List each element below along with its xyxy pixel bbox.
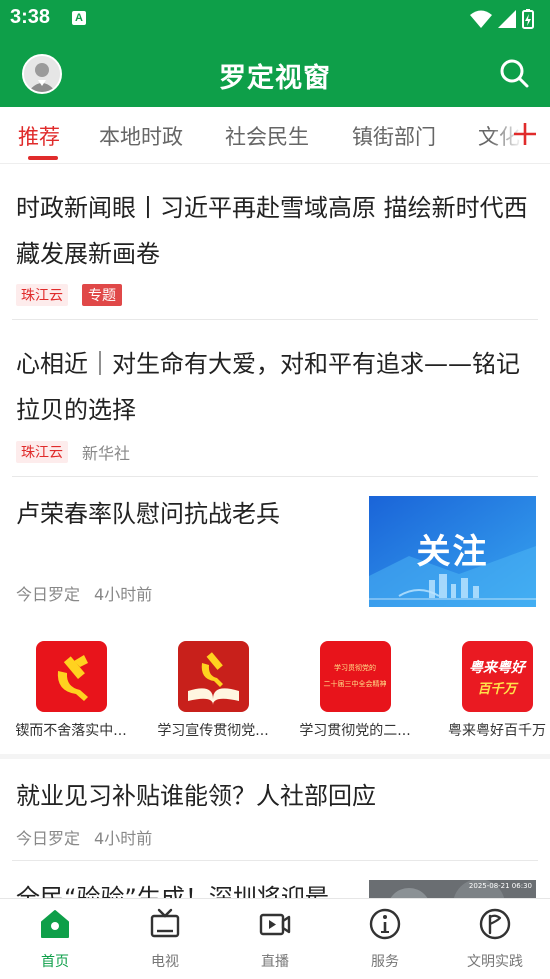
party-emblem-icon <box>35 641 107 712</box>
article-source: 今日罗定 <box>16 585 81 604</box>
category-tabs: 推荐 本地时政 社会民生 镇街部门 文化 <box>0 107 550 164</box>
nav-label: 直播 <box>261 954 289 970</box>
wifi-icon <box>470 10 492 28</box>
tab-town-departments[interactable]: 镇街部门 <box>352 121 436 151</box>
tv-icon <box>150 908 180 938</box>
article-author: 新华社 <box>82 444 131 463</box>
nav-home[interactable]: 首页 <box>0 907 110 971</box>
news-item[interactable]: 卢荣春率队慰问抗战老兵 今日罗定 4小时前 关注 <box>0 477 550 622</box>
info-icon <box>369 908 401 940</box>
app-header: 罗定视窗 <box>0 38 550 107</box>
nav-civilization-practice[interactable]: 文明实践 <box>440 907 550 971</box>
news-item[interactable]: 心相近｜对生命有大爱，对和平有追求——铭记拉贝的选择 珠江云 新华社 <box>0 320 550 476</box>
plenum-banner-icon: 学习贯彻党的 二十届三中全会精神 <box>319 641 391 712</box>
add-channel-icon[interactable] <box>512 121 538 147</box>
search-icon[interactable] <box>498 57 530 89</box>
topic-badge: 专题 <box>82 284 122 306</box>
article-time: 4小时前 <box>94 829 153 848</box>
tab-social-livelihood[interactable]: 社会民生 <box>225 121 309 151</box>
article-meta: 珠江云 新华社 <box>16 440 130 464</box>
shortcut-label: 学习宣传贯彻党... <box>157 723 269 739</box>
banner-text-line-2: 二十届三中全会精神 <box>323 680 387 688</box>
nav-label: 电视 <box>151 954 179 970</box>
app-title: 罗定视窗 <box>219 63 331 94</box>
article-title: 卢荣春率队慰问抗战老兵 <box>16 500 280 528</box>
shortcut-item[interactable]: 锲而不舍落实中... <box>0 641 142 740</box>
news-item[interactable]: 就业见习补贴谁能领？人社部回应 今日罗定 4小时前 <box>0 759 550 859</box>
campaign-text-line-1: 粤来粤好 <box>469 660 525 676</box>
notification-app-icon: A <box>72 11 86 25</box>
tab-local-politics[interactable]: 本地时政 <box>99 121 183 151</box>
tab-recommend[interactable]: 推荐 <box>18 121 60 151</box>
source-tag: 珠江云 <box>16 284 68 306</box>
shortcut-item[interactable]: 粤来粤好 百千万 粤来粤好百千万 <box>426 641 550 740</box>
article-title: 全民“验验”生成！深圳将迎最 <box>16 884 329 898</box>
nav-label: 服务 <box>371 954 399 970</box>
yue-campaign-icon: 粤来粤好 百千万 <box>461 641 533 712</box>
source-tag: 珠江云 <box>16 441 68 463</box>
active-tab-indicator <box>28 156 58 160</box>
shortcut-item[interactable]: 学习宣传贯彻党... <box>142 641 284 740</box>
shortcut-item[interactable]: 学习贯彻党的 二十届三中全会精神 学习贯彻党的二... <box>284 641 426 740</box>
article-title: 就业见习补贴谁能领？人社部回应 <box>16 782 376 810</box>
shortcut-label: 粤来粤好百千万 <box>448 723 546 739</box>
article-thumbnail: 2025-08-21 06:30 <box>369 880 536 898</box>
banner-text-line-1: 学习贯彻党的 <box>334 664 376 672</box>
flag-circle-icon <box>479 908 511 940</box>
nav-tv[interactable]: 电视 <box>110 907 220 971</box>
nav-label: 首页 <box>41 954 69 970</box>
shortcut-label: 学习贯彻党的二... <box>299 723 411 739</box>
thumbnail-timestamp: 2025-08-21 06:30 <box>468 882 532 890</box>
campaign-text-line-2: 百千万 <box>477 682 517 697</box>
bottom-navigation: 首页 电视 直播 服务 文明实践 <box>0 898 550 979</box>
article-title: 时政新闻眼丨习近平再赴雪域高原 描绘新时代西藏发展新画卷 <box>16 194 528 268</box>
status-time: 3:38 <box>10 6 51 28</box>
thumbnail-caption: 关注 <box>416 532 489 572</box>
nav-live[interactable]: 直播 <box>220 907 330 971</box>
article-title: 心相近｜对生命有大爱，对和平有追求——铭记拉贝的选择 <box>16 350 520 424</box>
status-bar: 3:38 A <box>0 0 550 38</box>
signal-icon <box>498 10 516 28</box>
news-item[interactable]: 时政新闻眼丨习近平再赴雪域高原 描绘新时代西藏发展新画卷 珠江云 专题 <box>0 164 550 320</box>
article-meta: 珠江云 专题 <box>16 284 122 306</box>
article-meta: 今日罗定 4小时前 <box>16 825 152 849</box>
topic-shortcuts: 锲而不舍落实中... 学习宣传贯彻党... 学习贯彻党的 二十届三中全会精神 学… <box>0 622 550 758</box>
battery-icon <box>522 9 534 29</box>
nav-service[interactable]: 服务 <box>330 907 440 971</box>
home-icon <box>41 910 69 938</box>
live-video-icon <box>259 913 291 936</box>
system-status-icons <box>470 9 534 29</box>
article-thumbnail: 关注 <box>369 496 536 607</box>
news-item[interactable]: 全民“验验”生成！深圳将迎最 2025-08-21 06:30 <box>0 861 550 898</box>
article-meta: 今日罗定 4小时前 <box>16 581 152 605</box>
news-feed: 时政新闻眼丨习近平再赴雪域高原 描绘新时代西藏发展新画卷 珠江云 专题 心相近｜… <box>0 164 550 898</box>
article-time: 4小时前 <box>94 585 153 604</box>
shortcut-label: 锲而不舍落实中... <box>15 723 127 739</box>
nav-label: 文明实践 <box>467 954 523 970</box>
article-source: 今日罗定 <box>16 829 81 848</box>
party-book-icon <box>177 641 249 712</box>
